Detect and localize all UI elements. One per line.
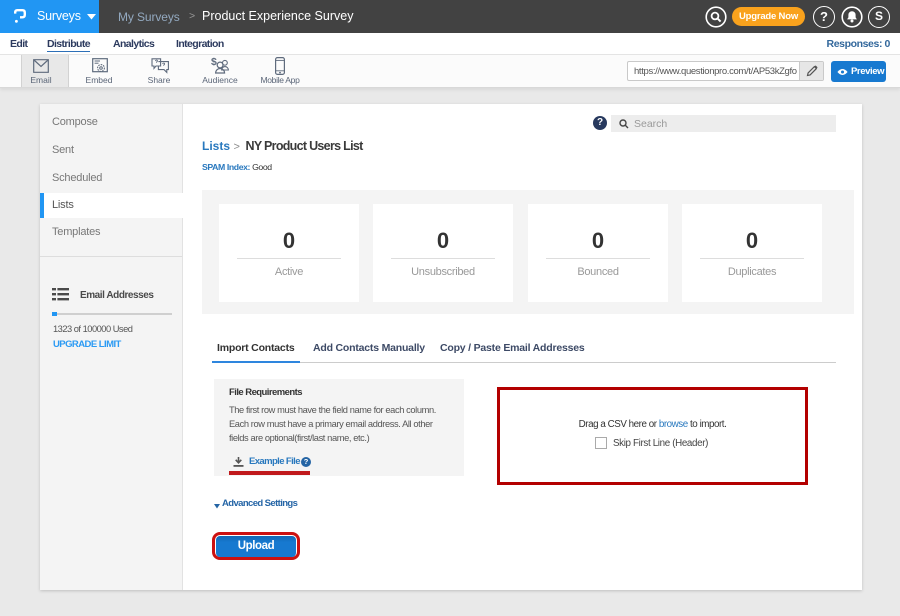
svg-text:$: $ (211, 56, 217, 68)
